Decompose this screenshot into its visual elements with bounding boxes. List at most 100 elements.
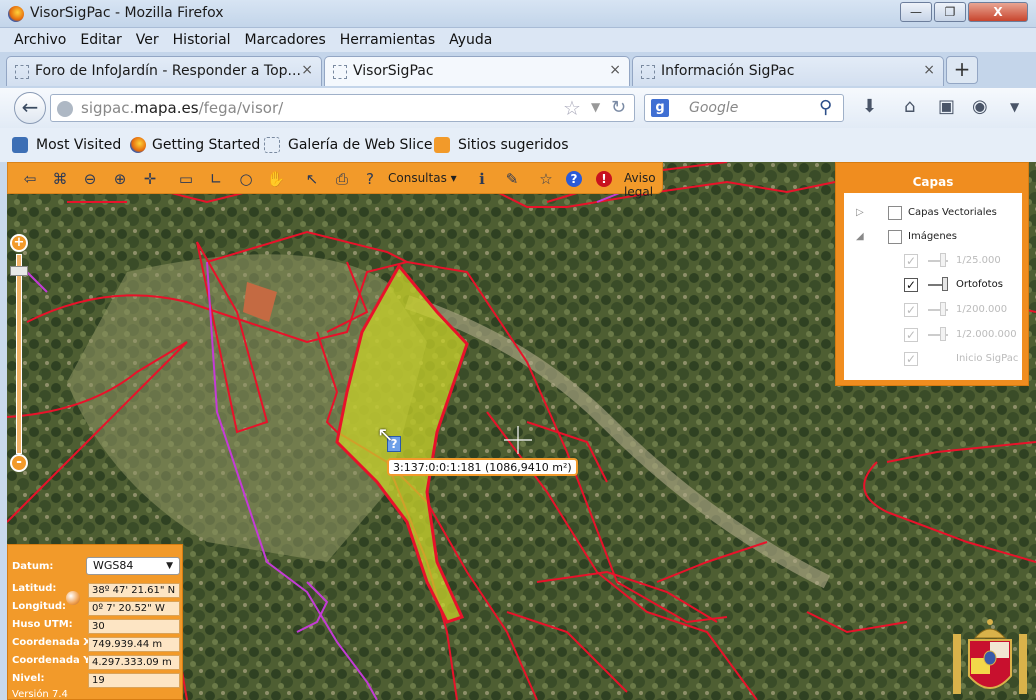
print-icon[interactable]: ⎙ xyxy=(332,169,352,189)
layer-imagenes[interactable]: ◢ Imágenes xyxy=(844,227,1022,247)
bookmark-getting-started[interactable]: Getting Started xyxy=(152,137,260,153)
menu-ayuda[interactable]: Ayuda xyxy=(449,32,492,48)
menu-ver[interactable]: Ver xyxy=(136,32,159,48)
warning-icon[interactable]: ! xyxy=(596,171,612,187)
bookmark-most-visited[interactable]: Most Visited xyxy=(36,137,121,153)
most-visited-icon xyxy=(12,137,28,153)
back-view-icon[interactable]: ⇦ xyxy=(20,169,40,189)
ruler-icon[interactable]: ▭ xyxy=(176,169,196,189)
zoom-out-button[interactable]: - xyxy=(10,454,28,472)
circle-icon[interactable]: ○ xyxy=(236,169,256,189)
sigpac-toolbar: ⇦ ⌘ ⊖ ⊕ ✛ ▭ ∟ ○ ✋ ↖ ⎙ ? Consultas ▾ ℹ ✎ … xyxy=(7,162,663,199)
utm-zone-label: Huso UTM: xyxy=(12,619,73,630)
google-icon[interactable]: g xyxy=(651,99,669,117)
location-ball-icon[interactable] xyxy=(66,591,80,605)
spain-coat-of-arms-logo xyxy=(953,619,1027,694)
maximize-button[interactable]: ❐ xyxy=(934,2,966,22)
edit-icon[interactable]: ✎ xyxy=(502,169,522,189)
image-layer-1-25000[interactable]: ✓ 1/25.000 xyxy=(844,251,1022,271)
opacity-knob[interactable] xyxy=(940,253,946,267)
collapse-icon[interactable]: ◢ xyxy=(856,231,864,242)
bookmark-suggested-sites[interactable]: Sitios sugeridos xyxy=(458,137,569,153)
webslice-gallery-icon xyxy=(264,137,280,153)
bookmark-web-slice-gallery[interactable]: Galería de Web Slice xyxy=(288,137,433,153)
zoom-thumb[interactable] xyxy=(10,266,28,276)
minimize-button[interactable]: — xyxy=(900,2,932,22)
expand-icon[interactable]: ▷ xyxy=(856,207,864,218)
search-icon[interactable]: ⚲ xyxy=(819,97,832,118)
favorite-star-icon[interactable]: ☆ xyxy=(536,169,556,189)
help-icon[interactable]: ? xyxy=(566,171,582,187)
menu-marcadores[interactable]: Marcadores xyxy=(245,32,326,48)
addon-icon[interactable]: ▣ xyxy=(938,96,955,117)
zoom-track[interactable] xyxy=(16,254,22,454)
window-title: VisorSigPac - Mozilla Firefox xyxy=(30,5,224,21)
page-icon xyxy=(641,65,655,79)
navigation-bar: ← sigpac.mapa.es/fega/visor/ ☆ ▼ ↻ g Goo… xyxy=(0,88,1036,128)
tab-visorsigpac[interactable]: VisorSigPac × xyxy=(324,56,630,86)
level-value: 19 xyxy=(88,673,180,688)
opacity-knob[interactable] xyxy=(940,302,946,316)
latitude-value: 38º 47' 21.61" N xyxy=(88,583,180,598)
layer-capas-vectoriales[interactable]: ▷ Capas Vectoriales xyxy=(844,203,1022,223)
new-tab-button[interactable]: + xyxy=(946,56,978,84)
search-input[interactable]: Google xyxy=(689,100,738,116)
binoculars-icon[interactable]: ⌘ xyxy=(50,169,70,189)
coord-y-value: 4.297.333.09 m xyxy=(88,655,180,670)
zoom-in-icon[interactable]: ⊕ xyxy=(110,169,130,189)
layer-checkbox[interactable]: ✓ xyxy=(904,278,918,292)
menu-dropdown-icon[interactable]: ▼ xyxy=(1010,100,1019,114)
map-viewport[interactable]: ⇦ ⌘ ⊖ ⊕ ✛ ▭ ∟ ○ ✋ ↖ ⎙ ? Consultas ▾ ℹ ✎ … xyxy=(7,162,1036,700)
layer-checkbox[interactable]: ✓ xyxy=(904,303,918,317)
close-tab-icon[interactable]: × xyxy=(301,62,313,78)
consultas-dropdown[interactable]: Consultas ▾ xyxy=(388,171,457,185)
image-layer-1-200000[interactable]: ✓ 1/200.000 xyxy=(844,300,1022,320)
close-tab-icon[interactable]: × xyxy=(609,62,621,78)
zoom-out-icon[interactable]: ⊖ xyxy=(80,169,100,189)
page-icon xyxy=(333,65,347,79)
home-icon[interactable]: ⌂ xyxy=(904,96,915,117)
menu-archivo[interactable]: Archivo xyxy=(14,32,66,48)
back-button[interactable]: ← xyxy=(14,92,46,124)
layer-checkbox[interactable]: ✓ xyxy=(904,352,918,366)
download-icon[interactable]: ⬇ xyxy=(862,96,877,117)
aviso-legal-link[interactable]: Aviso legal xyxy=(624,171,662,199)
layer-checkbox[interactable]: ✓ xyxy=(904,328,918,342)
search-bar[interactable]: g Google ⚲ xyxy=(644,94,844,122)
url-text[interactable]: sigpac.mapa.es/fega/visor/ xyxy=(81,99,283,117)
image-layer-inicio-sigpac[interactable]: ✓ Inicio SigPac xyxy=(844,349,1022,369)
image-layer-ortofotos[interactable]: ✓ Ortofotos xyxy=(844,275,1022,295)
tab-label: Foro de InfoJardín - Responder a Top... xyxy=(35,63,301,79)
menu-herramientas[interactable]: Herramientas xyxy=(340,32,435,48)
crosshair-icon[interactable]: ✛ xyxy=(140,169,160,189)
close-tab-icon[interactable]: × xyxy=(923,62,935,78)
menu-editar[interactable]: Editar xyxy=(80,32,121,48)
menu-historial[interactable]: Historial xyxy=(173,32,231,48)
opacity-knob[interactable] xyxy=(940,327,946,341)
layer-label: Capas Vectoriales xyxy=(908,207,997,218)
url-bar[interactable]: sigpac.mapa.es/fega/visor/ ☆ ▼ ↻ xyxy=(50,94,635,122)
bookmark-star-icon[interactable]: ☆ xyxy=(563,96,581,120)
firefox-logo-icon xyxy=(8,6,24,22)
reload-icon[interactable]: ↻ xyxy=(611,97,626,118)
zoom-in-button[interactable]: + xyxy=(10,234,28,252)
opacity-knob[interactable] xyxy=(942,277,948,291)
info-icon[interactable]: ℹ xyxy=(472,169,492,189)
layer-checkbox[interactable] xyxy=(888,206,902,220)
longitude-value: 0º 7' 20.52" W xyxy=(88,601,180,616)
identify-xy-icon[interactable]: ↖ xyxy=(302,169,322,189)
layer-checkbox[interactable] xyxy=(888,230,902,244)
area-measure-icon[interactable]: ∟ xyxy=(206,169,226,189)
layer-checkbox[interactable]: ✓ xyxy=(904,254,918,268)
tab-infojardin[interactable]: Foro de InfoJardín - Responder a Top... … xyxy=(6,56,322,86)
layer-label: Imágenes xyxy=(908,231,958,242)
close-window-button[interactable]: X xyxy=(968,2,1028,22)
image-layer-1-2000000[interactable]: ✓ 1/2.000.000 xyxy=(844,325,1022,345)
history-dropdown-icon[interactable]: ▼ xyxy=(591,100,600,114)
webslice-icon[interactable]: ◉ xyxy=(972,96,988,117)
tab-informacion-sigpac[interactable]: Información SigPac × xyxy=(632,56,944,86)
datum-select[interactable]: WGS84 ▼ xyxy=(86,557,180,575)
pan-hand-icon[interactable]: ✋ xyxy=(266,169,286,189)
query-icon[interactable]: ? xyxy=(360,169,380,189)
coordinates-panel: Datum: WGS84 ▼ Latitud: 38º 47' 21.61" N … xyxy=(7,544,183,700)
